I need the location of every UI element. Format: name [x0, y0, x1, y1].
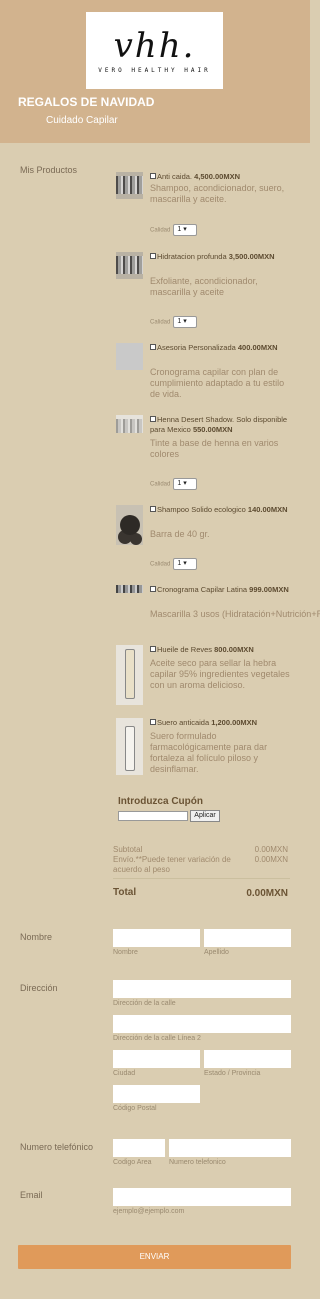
phone-number-sublabel: Numero telefonico [169, 1159, 226, 1166]
summary-divider [113, 878, 290, 879]
street2-input[interactable] [113, 1015, 291, 1033]
coupon-title: Introduzca Cupón [118, 796, 203, 807]
quantity-label: Calidad [150, 319, 171, 326]
page-subtitle: Cuidado Capilar [46, 115, 118, 126]
subtotal-value: 0.00MXN [254, 845, 288, 854]
name-label: Nombre [20, 932, 53, 942]
shipping-label: Envío.**Puede tener variación de acuerdo… [113, 855, 231, 874]
solid-shampoo-thumbnail [116, 505, 143, 545]
area-code-sublabel: Codigo Area [113, 1159, 152, 1166]
area-code-input[interactable] [113, 1139, 165, 1157]
product-price: 1,200.00MXN [211, 718, 258, 727]
email-sublabel: ejemplo@ejemplo.com [113, 1208, 185, 1215]
city-sublabel: Ciudad [113, 1070, 136, 1077]
quantity-field: Calidad 1 ▾ [150, 316, 198, 328]
product-description: Shampoo, acondicionador, suero, mascaril… [150, 183, 285, 204]
product-name: Suero anticaida [157, 718, 210, 727]
quantity-label: Calidad [150, 227, 171, 234]
last-name-input[interactable] [204, 929, 291, 947]
zip-input[interactable] [113, 1085, 200, 1103]
product-name: Shampoo Solido ecologico [157, 505, 246, 514]
product-checkbox[interactable] [150, 586, 156, 592]
product-name: Anti caida. [157, 172, 193, 181]
henna-thumbnail [116, 415, 143, 433]
form-header: vhh. VERO HEALTHY HAIR REGALOS DE NAVIDA… [0, 0, 310, 143]
product-price: 550.00MXN [192, 425, 233, 434]
product-price: 3,500.00MXN [228, 252, 275, 261]
serum-bottle-thumbnail [116, 718, 143, 775]
consultation-thumbnail [116, 343, 143, 370]
quantity-select[interactable]: 1 ▾ [173, 224, 198, 236]
quantity-field: Calidad 1 ▾ [150, 478, 198, 490]
brand-logo: vhh. VERO HEALTHY HAIR [86, 12, 223, 89]
product-set-thumbnail [116, 172, 143, 199]
total-value: 0.00MXN [246, 888, 288, 899]
apply-coupon-button[interactable]: Aplicar [190, 810, 220, 822]
logo-tagline: VERO HEALTHY HAIR [98, 67, 211, 74]
state-input[interactable] [204, 1050, 291, 1068]
product-description: Barra de 40 gr. [150, 529, 210, 539]
quantity-select[interactable]: 1 ▾ [173, 316, 198, 328]
product-name: Cronograma Capilar Latina [157, 585, 248, 594]
phone-label: Numero telefónico [20, 1142, 94, 1152]
quantity-label: Calidad [150, 561, 171, 568]
quantity-label: Calidad [150, 481, 171, 488]
email-input[interactable] [113, 1188, 291, 1206]
first-name-input[interactable] [113, 929, 200, 947]
last-name-sublabel: Apellido [204, 949, 229, 956]
oil-bottle-thumbnail [116, 645, 143, 705]
street-sublabel: Dirección de la calle [113, 1000, 176, 1007]
state-sublabel: Estado / Provincia [204, 1070, 261, 1077]
address-label: Dirección [20, 983, 58, 993]
product-name: Hidratacion profunda [157, 252, 227, 261]
quantity-select[interactable]: 1 ▾ [173, 478, 198, 490]
product-checkbox[interactable] [150, 173, 156, 179]
phone-number-input[interactable] [169, 1139, 291, 1157]
product-price: 400.00MXN [237, 343, 278, 352]
masks-thumbnail [116, 585, 143, 593]
quantity-field: Calidad 1 ▾ [150, 224, 198, 236]
shipping-value: 0.00MXN [254, 855, 288, 864]
product-price: 140.00MXN [247, 505, 288, 514]
zip-sublabel: Código Postal [113, 1105, 157, 1112]
coupon-input[interactable] [118, 811, 188, 821]
city-input[interactable] [113, 1050, 200, 1068]
products-label: Mis Productos [20, 165, 78, 175]
product-checkbox[interactable] [150, 646, 156, 652]
quantity-select[interactable]: 1 ▾ [173, 558, 198, 570]
total-label: Total [113, 887, 137, 898]
logo-mark: vhh. [113, 26, 196, 66]
product-checkbox[interactable] [150, 719, 156, 725]
email-label: Email [20, 1190, 43, 1200]
product-description: Aceite seco para sellar la hebra capilar… [150, 658, 290, 690]
product-name: Hueile de Reves [157, 645, 213, 654]
first-name-sublabel: Nombre [113, 949, 138, 956]
product-checkbox[interactable] [150, 253, 156, 259]
product-name: Asesoria Personalizada [157, 343, 236, 352]
product-description: Exfoliante, acondicionador, mascarilla y… [150, 276, 258, 297]
product-description: Cronograma capilar con plan de cumplimie… [150, 367, 285, 399]
street2-sublabel: Dirección de la calle Línea 2 [113, 1035, 201, 1042]
product-description: Suero formulado farmacológicamente para … [150, 731, 268, 774]
subtotal-label: Subtotal [113, 845, 143, 854]
product-checkbox[interactable] [150, 506, 156, 512]
quantity-field: Calidad 1 ▾ [150, 558, 198, 570]
product-price: 4,500.00MXN [194, 172, 240, 181]
product-description: Mascarilla 3 usos (Hidratación+Nutrición… [150, 609, 320, 619]
page-title: REGALOS DE NAVIDAD [18, 95, 155, 109]
product-checkbox[interactable] [150, 344, 156, 350]
product-description: Tinte a base de henna en varios colores [150, 438, 279, 459]
product-checkbox[interactable] [150, 416, 156, 422]
street-input[interactable] [113, 980, 291, 998]
product-price: 800.00MXN [214, 645, 254, 654]
product-price: 999.00MXN [249, 585, 289, 594]
product-set-thumbnail [116, 252, 143, 279]
submit-button[interactable]: ENVIAR [18, 1245, 291, 1269]
